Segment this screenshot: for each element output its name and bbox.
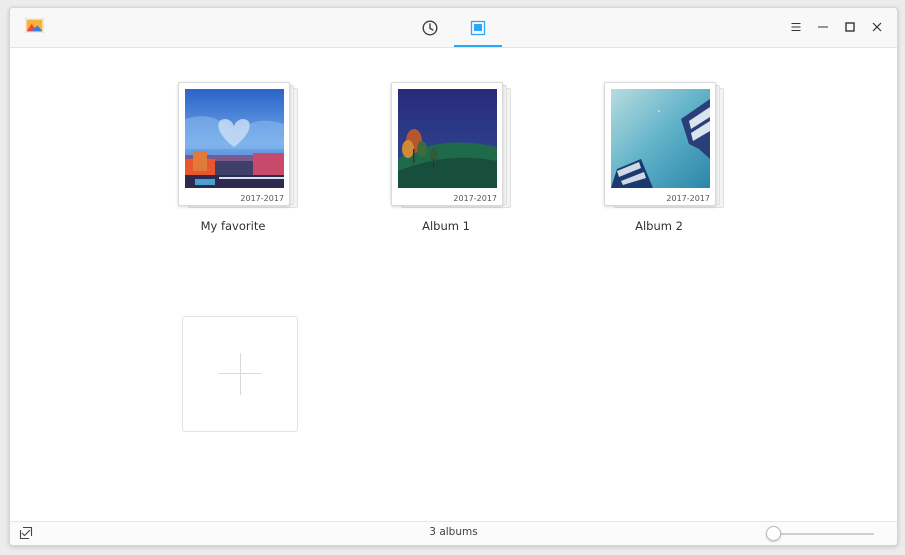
- add-album-button[interactable]: [182, 316, 298, 432]
- close-icon: [872, 22, 882, 32]
- album-cover-card: 2017-2017: [178, 82, 290, 206]
- album-date-range: 2017-2017: [453, 194, 497, 203]
- album-item-my-favorite[interactable]: 2017-2017 My favorite: [178, 82, 338, 247]
- status-bar: 3 albums: [10, 521, 897, 545]
- album-name-label: Album 2: [635, 219, 683, 233]
- zoom-slider-handle[interactable]: [766, 526, 781, 541]
- album-date-range: 2017-2017: [666, 194, 710, 203]
- maximize-button[interactable]: [839, 16, 861, 38]
- album-item-album-2[interactable]: 2017-2017 Album 2: [604, 82, 764, 247]
- album-cover-card: 2017-2017: [604, 82, 716, 206]
- album-cover-thumbnail: [398, 89, 497, 188]
- album-cover-card: 2017-2017: [391, 82, 503, 206]
- album-count-label: 3 albums: [429, 526, 478, 538]
- album-icon: [470, 20, 486, 35]
- maximize-icon: [845, 22, 855, 32]
- album-window: 2017-2017 My favorite 2017-2017 Album 1 …: [9, 7, 898, 546]
- album-date-range: 2017-2017: [240, 194, 284, 203]
- album-cover-thumbnail: [185, 89, 284, 188]
- zoom-slider-track[interactable]: [770, 533, 874, 535]
- menu-button[interactable]: [785, 16, 807, 38]
- album-item-album-1[interactable]: 2017-2017 Album 1: [391, 82, 551, 247]
- album-name-label: My favorite: [200, 219, 266, 233]
- deepin-album-logo-icon: [25, 18, 44, 33]
- title-bar: [10, 8, 897, 48]
- plus-icon: [240, 353, 241, 395]
- tab-albums[interactable]: [454, 8, 502, 47]
- album-cover-thumbnail: [611, 89, 710, 188]
- tab-timeline[interactable]: [406, 8, 454, 47]
- clock-icon: [422, 19, 438, 36]
- menu-icon: [791, 22, 801, 32]
- minimize-button[interactable]: [812, 16, 834, 38]
- album-name-label: Album 1: [422, 219, 470, 233]
- close-button[interactable]: [866, 16, 888, 38]
- minimize-icon: [818, 26, 828, 28]
